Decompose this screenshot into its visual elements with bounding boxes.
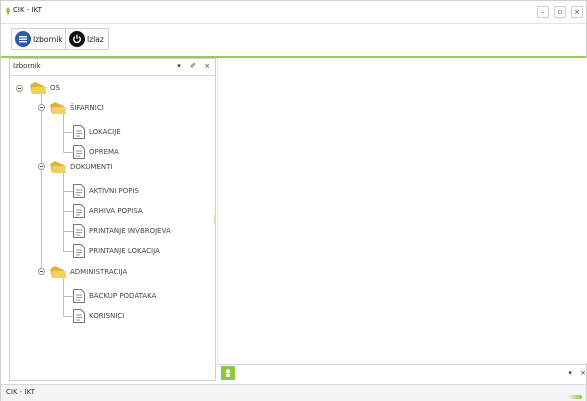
status-text: CIK - IKT [6, 388, 35, 396]
expander-sifarnici[interactable] [38, 104, 45, 111]
document-icon [73, 309, 85, 323]
tree-node-label: KORISNICI [89, 312, 125, 320]
app-dock-icon[interactable] [221, 366, 235, 380]
maximize-button[interactable]: ▫ [554, 6, 566, 18]
tree-line [63, 316, 73, 317]
folder-icon [50, 161, 66, 173]
tree-line [63, 132, 73, 133]
bottom-dock-bar: ▾ × [217, 364, 586, 382]
tree-node-backup-podataka[interactable]: BACKUP PODATAKA [73, 287, 156, 305]
dock-controls: ▾ × [568, 369, 586, 377]
tree-line [63, 231, 73, 232]
tree-node-korisnici[interactable]: KORISNICI [73, 307, 124, 325]
izlaz-button[interactable]: Izlaz [65, 28, 109, 50]
tree-node-label: ADMINISTRACIJA [70, 268, 128, 276]
menu-list-icon [15, 31, 31, 47]
panel-dropdown-button[interactable]: ▾ [174, 62, 184, 70]
document-icon [73, 145, 85, 159]
main-workspace [217, 58, 587, 363]
tree-node-label: DOKUMENTI [70, 163, 113, 171]
tree-node-label: PRINTANJE INVBROJEVA [89, 227, 171, 235]
tree-node-label: LOKACIJE [89, 128, 121, 136]
app-logo-icon [6, 7, 10, 16]
document-icon [73, 184, 85, 198]
tree-line [63, 251, 73, 252]
tree-line [63, 211, 73, 212]
dock-close-button[interactable]: × [580, 369, 586, 377]
panel-pin-button[interactable]: ✐ [188, 62, 198, 70]
tree-node-os[interactable]: OS [30, 79, 60, 97]
tree-node-label: PRINTANJE LOKACIJA [89, 247, 160, 255]
dock-dropdown-button[interactable]: ▾ [568, 369, 572, 377]
resize-grip-icon[interactable] [568, 395, 582, 399]
folder-icon [50, 266, 66, 278]
window-title: CIK - IKT [13, 6, 42, 14]
tree-node-label: BACKUP PODATAKA [89, 292, 157, 300]
menu-tree: OS ŠIFARNICI LOKACIJE OPREMA DOKUMENTI A… [10, 75, 215, 380]
status-bar: CIK - IKT [1, 384, 586, 401]
panel-header: Izbornik ▾ ✐ × [10, 59, 215, 76]
tree-node-dokumenti[interactable]: DOKUMENTI [50, 158, 112, 176]
tree-line [63, 191, 73, 192]
izlaz-label: Izlaz [87, 34, 104, 44]
tree-node-label: OPREMA [89, 148, 119, 156]
app-window: CIK - IKT – ▫ × Izbornik Izlaz Izbornik … [0, 0, 587, 401]
expander-dokumenti[interactable] [38, 163, 45, 170]
document-icon [73, 289, 85, 303]
folder-icon [30, 82, 46, 94]
toolbar: Izbornik Izlaz [1, 24, 586, 58]
tree-node-sifarnici[interactable]: ŠIFARNICI [50, 99, 104, 117]
document-icon [73, 224, 85, 238]
izbornik-panel: Izbornik ▾ ✐ × OS ŠIFARNICI LOKACIJE OPR… [9, 58, 216, 381]
tree-line [63, 296, 73, 297]
izbornik-label: Izbornik [33, 34, 63, 44]
tree-node-label: AKTIVNI POPIS [89, 187, 139, 195]
document-icon [73, 244, 85, 258]
tree-node-administracija[interactable]: ADMINISTRACIJA [50, 263, 127, 281]
splitter-handle[interactable] [214, 214, 216, 224]
title-bar: CIK - IKT – ▫ × [1, 1, 586, 24]
document-icon [73, 204, 85, 218]
panel-title: Izbornik [13, 62, 41, 70]
tree-line [41, 93, 42, 269]
tree-node-arhiva-popisa[interactable]: ARHIVA POPISA [73, 202, 143, 220]
tree-node-printanje-invbrojeva[interactable]: PRINTANJE INVBROJEVA [73, 222, 171, 240]
expander-administracija[interactable] [38, 268, 45, 275]
minimize-button[interactable]: – [537, 6, 549, 18]
tree-node-label: ŠIFARNICI [70, 104, 104, 112]
power-icon [69, 31, 85, 47]
document-icon [73, 125, 85, 139]
tree-node-label: ARHIVA POPISA [89, 207, 143, 215]
close-button[interactable]: × [571, 6, 583, 18]
izbornik-button[interactable]: Izbornik [11, 28, 68, 50]
tree-line [63, 152, 73, 153]
tree-node-printanje-lokacija[interactable]: PRINTANJE LOKACIJA [73, 242, 160, 260]
panel-close-button[interactable]: × [202, 62, 212, 70]
expander-os[interactable] [16, 85, 23, 92]
tree-node-aktivni-popis[interactable]: AKTIVNI POPIS [73, 182, 139, 200]
tree-node-lokacije[interactable]: LOKACIJE [73, 123, 121, 141]
tree-node-label: OS [50, 84, 60, 92]
folder-icon [50, 102, 66, 114]
